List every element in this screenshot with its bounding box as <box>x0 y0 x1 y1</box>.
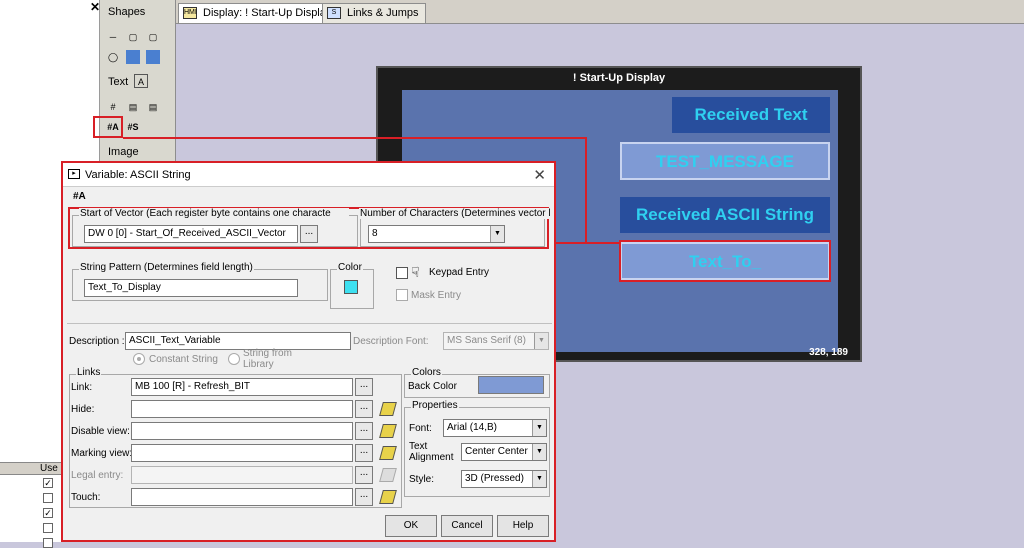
grid-checkbox[interactable] <box>43 523 53 533</box>
callout-line-h2 <box>546 242 620 244</box>
grid-checkbox[interactable] <box>43 493 53 503</box>
gauge-var-icon[interactable]: ▤ <box>146 100 160 114</box>
callout-line-v <box>585 137 587 243</box>
font-label: Font: <box>409 423 432 434</box>
dialog-app-icon: ▸ <box>68 169 80 179</box>
link-row-field[interactable] <box>131 422 353 440</box>
link-row-browse-button[interactable]: ... <box>355 488 373 506</box>
constant-string-radio[interactable] <box>133 353 145 365</box>
grid-checkbox[interactable] <box>43 538 53 548</box>
ok-button[interactable]: OK <box>385 515 437 537</box>
link-row-field[interactable] <box>131 466 353 484</box>
text-tool-icon[interactable]: A <box>134 74 148 88</box>
grid-checkbox[interactable]: ✓ <box>43 508 53 518</box>
link-row-label: Legal entry: <box>71 470 124 481</box>
chevron-down-icon[interactable]: ▼ <box>532 420 546 436</box>
style-select[interactable]: 3D (Pressed) ▼ <box>461 470 547 488</box>
display-title: ! Start-Up Display <box>572 72 666 84</box>
start-vector-browse-button[interactable]: ... <box>300 225 318 243</box>
text-alignment-label: Text Alignment <box>409 441 454 463</box>
bar-var-icon[interactable]: ▤ <box>126 100 140 114</box>
callout-line-h1 <box>123 137 585 139</box>
grid-header: Use <box>0 463 62 475</box>
links-tab-icon: S <box>327 7 341 19</box>
ascii-variable-icon: #A <box>73 191 86 202</box>
link-row-label: Link: <box>71 382 93 393</box>
keypad-entry-checkbox[interactable] <box>396 267 408 279</box>
shapes-palette: Shapes ─ ▢ ▢ ◯ Text A # ▤ ▤ #A #S Image <box>100 0 176 165</box>
chevron-down-icon[interactable]: ▼ <box>532 444 546 460</box>
link-row-browse-button[interactable]: ... <box>355 444 373 462</box>
num-chars-select[interactable]: 8 ▼ <box>368 225 505 243</box>
chevron-down-icon[interactable]: ▼ <box>532 471 546 487</box>
variable-grid: Use ✓ ✓ <box>0 462 62 548</box>
button-tool-icon[interactable] <box>146 50 160 64</box>
start-vector-field[interactable]: DW 0 [0] - Start_Of_Received_ASCII_Vecto… <box>84 225 298 243</box>
constant-string-label: Constant String <box>149 354 218 365</box>
keypad-entry-label: Keypad Entry <box>429 267 490 278</box>
ascii-string-tool-icon[interactable]: #A <box>106 120 120 134</box>
description-font-label: Description Font: <box>353 336 429 347</box>
link-row-label: Hide: <box>71 404 95 415</box>
mask-entry-checkbox[interactable] <box>396 289 408 301</box>
tab-strip: HMI Display: ! Start-Up Display S Links … <box>176 0 1024 24</box>
color-swatch[interactable] <box>344 280 358 294</box>
cancel-button[interactable]: Cancel <box>441 515 493 537</box>
link-row-label: Disable view: <box>71 426 130 437</box>
test-message-field[interactable]: TEST_MESSAGE <box>620 142 830 180</box>
link-row-field[interactable] <box>131 444 353 462</box>
line-tool-icon[interactable]: ─ <box>106 30 120 44</box>
help-button[interactable]: Help <box>497 515 549 537</box>
round-rect-tool-icon[interactable]: ▢ <box>146 30 160 44</box>
style-label: Style: <box>409 474 435 485</box>
back-color-swatch[interactable] <box>478 376 544 394</box>
text-to-display-field[interactable]: Text_To_ <box>620 242 830 280</box>
ascii-string-dialog: ▸ Variable: ASCII String ✕ #A Start of V… <box>61 161 556 542</box>
received-ascii-string-label[interactable]: Received ASCII String <box>620 197 830 233</box>
link-row-label: Marking view: <box>71 448 133 459</box>
received-text-label[interactable]: Received Text <box>672 97 830 133</box>
font-select[interactable]: Arial (14,B) ▼ <box>443 419 547 437</box>
close-icon[interactable]: ✕ <box>533 166 546 184</box>
cursor-coordinates: 328, 189 <box>809 347 848 358</box>
mask-entry-label: Mask Entry <box>411 290 462 301</box>
link-row-browse-button[interactable]: ... <box>355 400 373 418</box>
display-tab-icon: HMI <box>183 7 197 19</box>
description-field[interactable]: ASCII_Text_Variable <box>125 332 351 350</box>
tab-links-jumps[interactable]: S Links & Jumps <box>322 3 426 23</box>
link-row-field[interactable] <box>131 400 353 418</box>
tab-display[interactable]: HMI Display: ! Start-Up Display <box>178 3 339 23</box>
description-label: Description : <box>69 336 125 347</box>
string-library-radio[interactable] <box>228 353 240 365</box>
text-alignment-select[interactable]: Center Center ▼ <box>461 443 547 461</box>
keypad-icon: ☟ <box>411 264 420 280</box>
link-row-field[interactable] <box>131 488 353 506</box>
numeric-var-icon[interactable]: # <box>106 100 120 114</box>
close-pane-icon[interactable]: ✕ <box>90 0 100 14</box>
link-row-browse-button[interactable]: ... <box>355 422 373 440</box>
link-row-label: Touch: <box>71 492 101 503</box>
back-color-label: Back Color <box>408 381 457 392</box>
shapes-heading: Shapes <box>108 6 146 18</box>
ellipse-tool-icon[interactable]: ◯ <box>106 50 120 64</box>
grid-checkbox[interactable]: ✓ <box>43 478 53 488</box>
fill-tool-icon[interactable] <box>126 50 140 64</box>
chevron-down-icon[interactable]: ▼ <box>534 333 548 349</box>
text-heading: Text <box>108 76 129 88</box>
string-library-label: String from Library <box>243 348 292 370</box>
dialog-title: Variable: ASCII String <box>85 169 191 181</box>
rect-tool-icon[interactable]: ▢ <box>126 30 140 44</box>
chevron-down-icon[interactable]: ▼ <box>490 226 504 242</box>
string-pattern-field[interactable]: Text_To_Display <box>84 279 298 297</box>
image-heading: Image <box>108 146 139 158</box>
dialog-titlebar: ▸ Variable: ASCII String ✕ <box>63 163 554 187</box>
link-row-browse-button[interactable]: ... <box>355 466 373 484</box>
divider <box>67 323 552 324</box>
description-font-select[interactable]: MS Sans Serif (8) ▼ <box>443 332 549 350</box>
string-tool-icon[interactable]: #S <box>126 120 140 134</box>
link-row-browse-button[interactable]: ... <box>355 378 373 396</box>
link-row-field[interactable]: MB 100 [R] - Refresh_BIT <box>131 378 353 396</box>
